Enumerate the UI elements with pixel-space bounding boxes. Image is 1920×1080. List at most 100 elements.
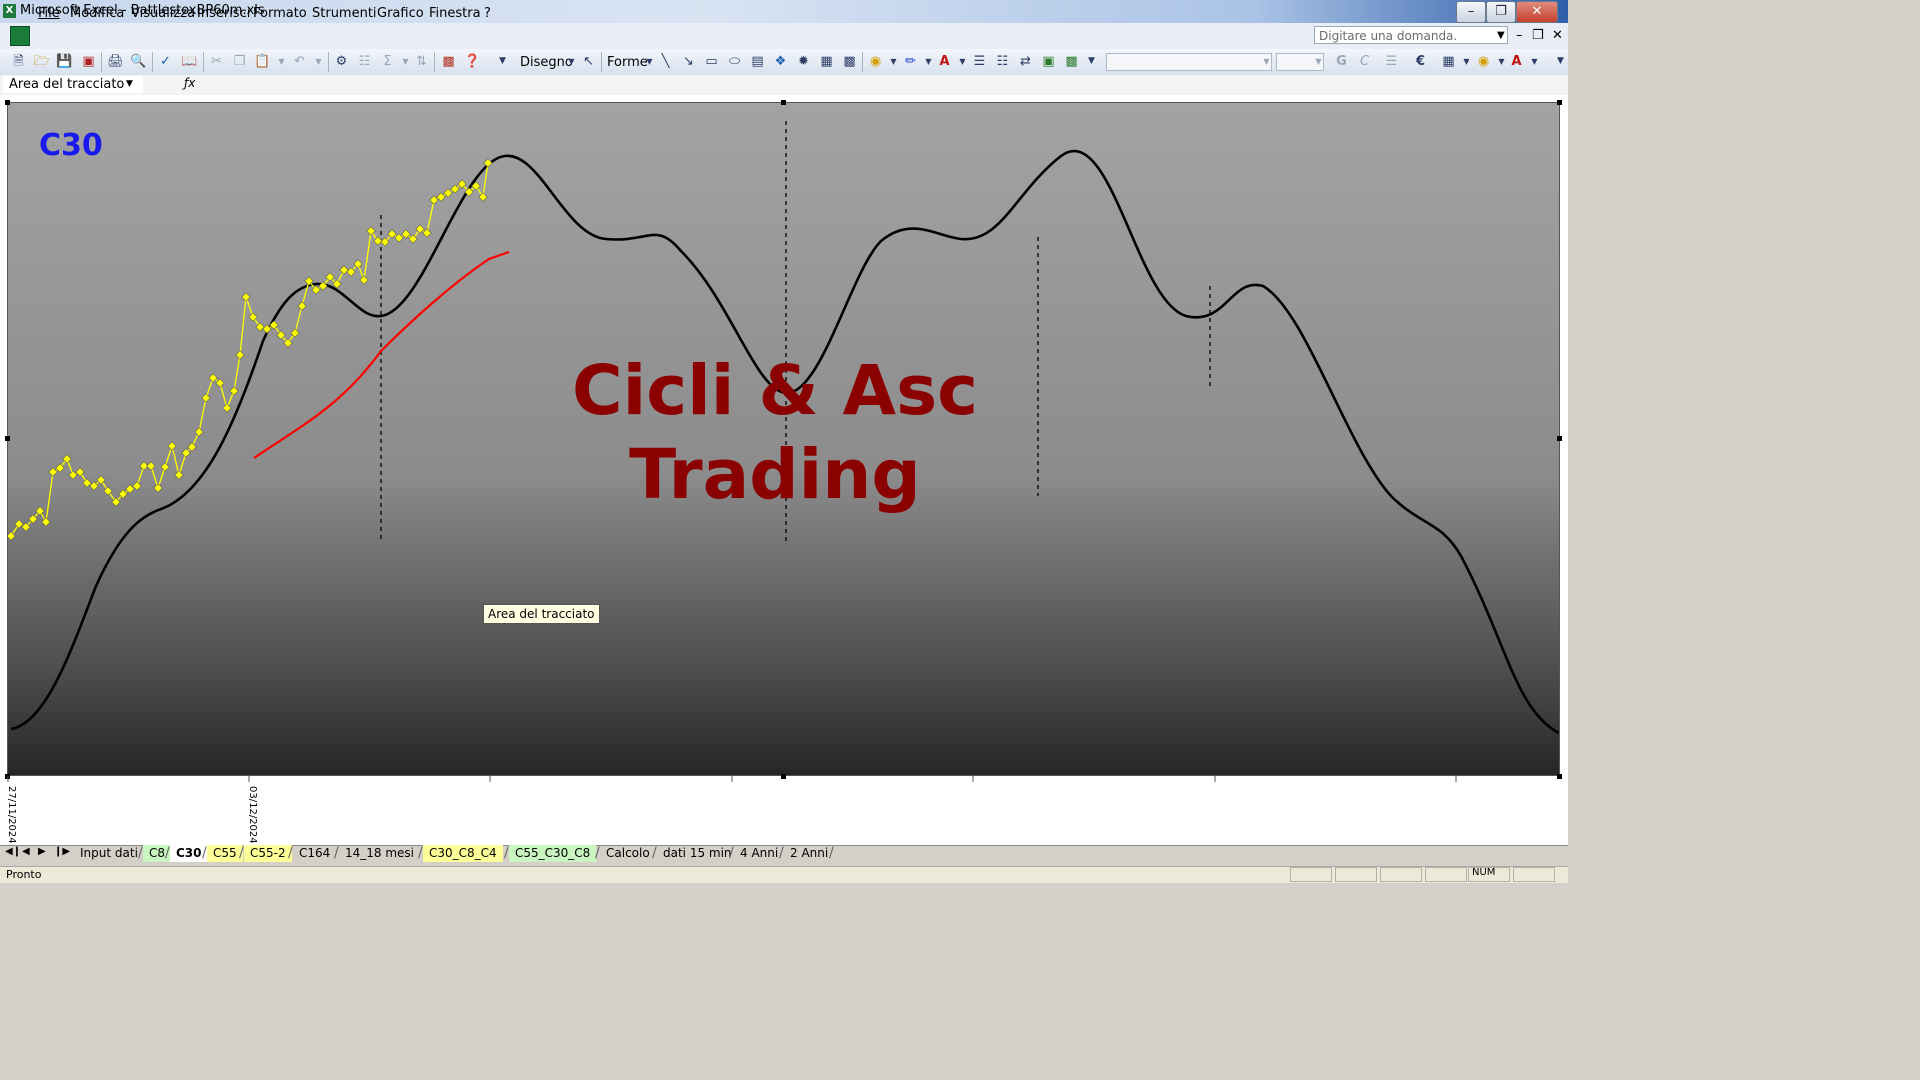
excel-app-icon[interactable]: X (3, 4, 16, 18)
workbook-icon[interactable] (10, 26, 30, 46)
font-size-dropdown-icon[interactable]: ▼ (1310, 53, 1327, 70)
doc-close-icon[interactable]: ✕ (1552, 28, 1563, 43)
highlight-icon[interactable]: ◉ (1475, 53, 1492, 70)
tab-14-18-mesi[interactable]: 14_18 mesi (339, 845, 420, 862)
drawing-options-icon[interactable]: ▼ (1083, 53, 1100, 70)
last-sheet-icon[interactable]: ❙▶ (54, 846, 70, 857)
print-preview-icon[interactable]: 🔍 (130, 53, 147, 70)
line-color-icon[interactable]: ✏ (902, 53, 919, 70)
fill-color-icon[interactable]: ◉ (867, 53, 884, 70)
menu-strumenti[interactable]: Strumenti (312, 6, 377, 21)
new-file-icon[interactable]: 🗎 (10, 53, 27, 70)
help-search-input[interactable]: Digitare una domanda. (1314, 26, 1508, 44)
sort-icon[interactable]: ⇅ (413, 53, 430, 70)
next-sheet-icon[interactable]: ▶ (38, 846, 46, 857)
font-name-combo[interactable] (1106, 53, 1272, 71)
borders-format-icon[interactable]: ▦ (1440, 53, 1457, 70)
selection-handle[interactable] (1557, 436, 1562, 441)
prev-sheet-icon[interactable]: ◀ (22, 846, 30, 857)
format-options-icon[interactable]: ▼ (1552, 53, 1569, 70)
fill-color-dropdown-icon[interactable]: ▼ (885, 53, 902, 70)
undo-icon[interactable]: ↶ (291, 53, 308, 70)
shadow-icon[interactable]: ▣ (1040, 53, 1057, 70)
tab-c55-2[interactable]: C55-2 (244, 845, 292, 862)
insert-function-icon[interactable]: ƒx (184, 76, 195, 90)
tab-2-anni[interactable]: 2 Anni (784, 845, 834, 862)
tab-input-dati[interactable]: Input dati (74, 845, 144, 862)
arrow-icon[interactable]: ↘ (680, 53, 697, 70)
research-icon[interactable]: 📖 (181, 53, 198, 70)
font-name-dropdown-icon[interactable]: ▼ (1258, 53, 1275, 70)
tab-dati-15-min[interactable]: dati 15 min (657, 845, 738, 862)
line-style-icon[interactable]: ☰ (971, 53, 988, 70)
drawing-dropdown-icon[interactable]: ▼ (563, 53, 580, 70)
selection-handle[interactable] (5, 100, 10, 105)
tab-calcolo[interactable]: Calcolo (600, 845, 656, 862)
textbox-icon[interactable]: ▤ (749, 53, 766, 70)
borders-dropdown-icon[interactable]: ▼ (1458, 53, 1475, 70)
paste-icon[interactable]: 📋 (254, 53, 271, 70)
3d-icon[interactable]: ▩ (1063, 53, 1080, 70)
font-color-icon[interactable]: A (936, 53, 953, 70)
italic-icon[interactable]: C (1356, 53, 1373, 70)
text-color-dropdown-icon[interactable]: ▼ (1526, 53, 1543, 70)
arrow-style-icon[interactable]: ⇄ (1017, 53, 1034, 70)
chart-wizard-icon[interactable]: ▩ (440, 53, 457, 70)
menu-formato[interactable]: Formato (253, 6, 307, 21)
tab-c30-c8-c4[interactable]: C30_C8_C4 (423, 845, 503, 862)
maximize-button[interactable]: ❐ (1486, 1, 1516, 23)
rectangle-icon[interactable]: ▭ (703, 53, 720, 70)
minimize-button[interactable]: – (1456, 1, 1486, 23)
name-box[interactable]: Area del tracciato (3, 76, 143, 93)
undo-dropdown-icon[interactable]: ▼ (310, 53, 327, 70)
menu-inserisci[interactable]: Inserisci (197, 6, 250, 21)
open-folder-icon[interactable]: 🗁 (33, 53, 50, 70)
toolbar-options-icon[interactable]: ▼ (494, 53, 511, 70)
spelling-icon[interactable]: ✓ (157, 53, 174, 70)
selection-handle[interactable] (1557, 100, 1562, 105)
print-icon[interactable]: 🖨 (107, 53, 124, 70)
tab-c164[interactable]: C164 (293, 845, 336, 862)
menu-file[interactable]: File (38, 6, 60, 21)
borders-icon[interactable]: ☷ (356, 53, 373, 70)
picture-icon[interactable]: ▩ (841, 53, 858, 70)
doc-minimize-icon[interactable]: – (1516, 28, 1523, 43)
autosum-dropdown-icon[interactable]: ▼ (397, 53, 414, 70)
shapes-dropdown-icon[interactable]: ▼ (641, 53, 658, 70)
menu-modifica[interactable]: Modifica (70, 6, 124, 21)
first-sheet-icon[interactable]: ◀❙ (5, 846, 21, 857)
euro-icon[interactable]: € (1412, 53, 1429, 70)
name-box-dropdown-icon[interactable]: ▼ (126, 79, 133, 89)
dash-style-icon[interactable]: ☷ (994, 53, 1011, 70)
select-pointer-icon[interactable]: ↖ (580, 53, 597, 70)
help-icon[interactable]: ❓ (464, 53, 481, 70)
copy-icon[interactable]: ❐ (231, 53, 248, 70)
paste-dropdown-icon[interactable]: ▼ (273, 53, 290, 70)
help-dropdown-icon[interactable]: ▼ (1497, 30, 1505, 41)
menu-help[interactable]: ? (484, 6, 491, 21)
wordart-icon[interactable]: ❖ (772, 53, 789, 70)
hyperlink-icon[interactable]: ⚙ (333, 53, 350, 70)
text-color-icon[interactable]: A (1508, 53, 1525, 70)
selection-handle[interactable] (5, 436, 10, 441)
close-button[interactable]: ✕ (1516, 1, 1558, 23)
permission-icon[interactable]: ▣ (80, 53, 97, 70)
autosum-icon[interactable]: Σ (379, 53, 396, 70)
tab-4-anni[interactable]: 4 Anni (734, 845, 784, 862)
save-icon[interactable]: 💾 (56, 53, 73, 70)
bold-icon[interactable]: G (1333, 53, 1350, 70)
oval-icon[interactable]: ⬭ (726, 53, 743, 70)
line-icon[interactable]: ╲ (657, 53, 674, 70)
menu-grafico[interactable]: Grafico (377, 6, 424, 21)
menu-finestra[interactable]: Finestra (429, 6, 481, 21)
clipart-icon[interactable]: ▦ (818, 53, 835, 70)
align-icon[interactable]: ☰ (1383, 53, 1400, 70)
tab-c55-c30-c8[interactable]: C55_C30_C8 (509, 845, 597, 862)
tab-c55[interactable]: C55 (207, 845, 243, 862)
line-color-dropdown-icon[interactable]: ▼ (920, 53, 937, 70)
selection-handle[interactable] (781, 100, 786, 105)
doc-restore-icon[interactable]: ❐ (1532, 28, 1544, 43)
cut-icon[interactable]: ✂ (208, 53, 225, 70)
diagram-icon[interactable]: ✹ (795, 53, 812, 70)
font-color-dropdown-icon[interactable]: ▼ (954, 53, 971, 70)
